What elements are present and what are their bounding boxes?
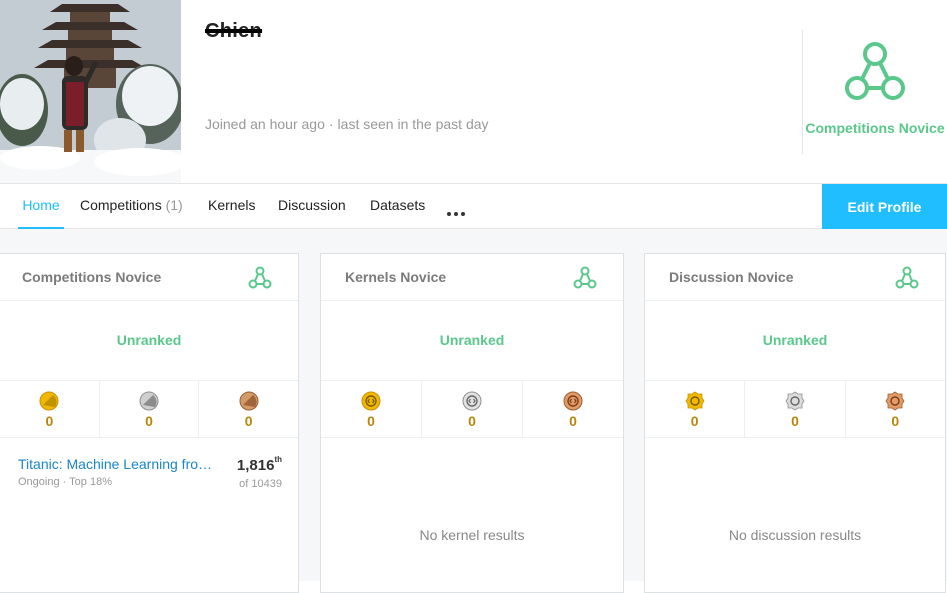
profile-content: Competitions Novice Unranked 0 0 0 Titan… bbox=[0, 229, 947, 593]
novice-tier-icon bbox=[573, 266, 597, 289]
tab-competitions-count: (1) bbox=[165, 197, 183, 213]
bronze-discussion-medal-icon bbox=[885, 391, 905, 411]
competition-row[interactable]: Titanic: Machine Learning from Disaster … bbox=[0, 438, 298, 498]
gold-count: 0 bbox=[367, 413, 375, 429]
profile-activity: Joined an hour ago · last seen in the past… bbox=[205, 116, 489, 132]
rank-suffix: th bbox=[274, 455, 282, 464]
rank-status: Unranked bbox=[321, 301, 623, 381]
profile-tabs: Home Competitions (1) Kernels Discussion… bbox=[0, 183, 947, 229]
joined-text: Joined an hour ago bbox=[205, 116, 325, 132]
silver-count: 0 bbox=[791, 413, 799, 429]
bronze-medals: 0 bbox=[199, 381, 298, 437]
card-title: Kernels Novice bbox=[345, 269, 447, 285]
bronze-kernel-medal-icon bbox=[563, 391, 583, 411]
tab-discussion-label: Discussion bbox=[278, 197, 346, 213]
edit-profile-button[interactable]: Edit Profile bbox=[822, 184, 947, 229]
kernels-card: Kernels Novice Unranked 0 0 0 No kernel … bbox=[320, 253, 624, 593]
rank-status: Unranked bbox=[645, 301, 945, 381]
bronze-count: 0 bbox=[569, 413, 577, 429]
tab-discussion[interactable]: Discussion bbox=[278, 184, 346, 229]
tab-kernels[interactable]: Kernels bbox=[208, 184, 255, 229]
tier-label: Competitions Novice bbox=[805, 120, 945, 136]
bronze-medals: 0 bbox=[523, 381, 623, 437]
tab-competitions[interactable]: Competitions (1) bbox=[80, 184, 183, 229]
silver-count: 0 bbox=[468, 413, 476, 429]
novice-tier-icon bbox=[895, 266, 919, 289]
gold-medals: 0 bbox=[321, 381, 422, 437]
novice-tier-icon bbox=[248, 266, 272, 289]
tier-badge[interactable]: Competitions Novice bbox=[803, 40, 947, 138]
competition-status: Ongoing · Top 18% bbox=[18, 476, 112, 488]
empty-state: No discussion results bbox=[728, 527, 862, 543]
tab-datasets-label: Datasets bbox=[370, 197, 426, 213]
profile-name: Chien bbox=[205, 20, 263, 42]
discussion-card: Discussion Novice Unranked 0 0 0 No disc… bbox=[644, 253, 946, 593]
competitions-card: Competitions Novice Unranked 0 0 0 Titan… bbox=[0, 253, 299, 593]
bronze-count: 0 bbox=[891, 413, 900, 429]
separator: · bbox=[328, 116, 334, 132]
gold-medals: 0 bbox=[645, 381, 746, 437]
tab-home[interactable]: Home bbox=[18, 184, 64, 229]
silver-medals: 0 bbox=[422, 381, 523, 437]
last-seen-text: last seen in the past day bbox=[337, 116, 489, 132]
gold-count: 0 bbox=[45, 413, 54, 429]
silver-medals: 0 bbox=[100, 381, 200, 437]
silver-medals: 0 bbox=[745, 381, 846, 437]
bronze-medal-icon bbox=[239, 391, 259, 411]
gold-discussion-medal-icon bbox=[685, 391, 705, 411]
novice-tier-icon bbox=[845, 42, 905, 100]
silver-kernel-medal-icon bbox=[462, 391, 482, 411]
medal-counts: 0 0 0 bbox=[0, 381, 298, 438]
competition-total: of 10439 bbox=[239, 478, 282, 490]
competition-rank-value: 1,816 bbox=[236, 457, 275, 474]
profile-header: Chien Joined an hour ago · last seen in th… bbox=[0, 0, 947, 183]
tab-home-label: Home bbox=[22, 197, 60, 213]
tab-kernels-label: Kernels bbox=[208, 197, 256, 213]
medal-counts: 0 0 0 bbox=[321, 381, 623, 438]
rank-status: Unranked bbox=[0, 301, 298, 381]
competition-rank: 1,816th bbox=[236, 455, 282, 474]
card-header: Competitions Novice bbox=[0, 254, 298, 301]
medal-counts: 0 0 0 bbox=[645, 381, 945, 438]
card-header: Discussion Novice bbox=[645, 254, 945, 301]
gold-medal-icon bbox=[39, 391, 59, 411]
bronze-medals: 0 bbox=[846, 381, 945, 437]
card-header: Kernels Novice bbox=[321, 254, 623, 301]
gold-count: 0 bbox=[690, 413, 699, 429]
bronze-count: 0 bbox=[244, 413, 253, 429]
silver-count: 0 bbox=[145, 413, 153, 429]
silver-discussion-medal-icon bbox=[785, 391, 805, 411]
tab-competitions-label: Competitions bbox=[80, 197, 162, 213]
empty-state: No kernel results bbox=[419, 527, 525, 543]
gold-kernel-medal-icon bbox=[361, 391, 381, 411]
profile-photo[interactable] bbox=[0, 0, 181, 183]
gold-medals: 0 bbox=[0, 381, 100, 437]
competition-name-link[interactable]: Titanic: Machine Learning from Disaster bbox=[18, 456, 214, 472]
tab-datasets[interactable]: Datasets bbox=[370, 184, 425, 229]
more-tabs-icon[interactable] bbox=[447, 203, 469, 216]
card-title: Discussion Novice bbox=[669, 269, 794, 285]
card-title: Competitions Novice bbox=[22, 269, 162, 285]
silver-medal-icon bbox=[139, 391, 159, 411]
